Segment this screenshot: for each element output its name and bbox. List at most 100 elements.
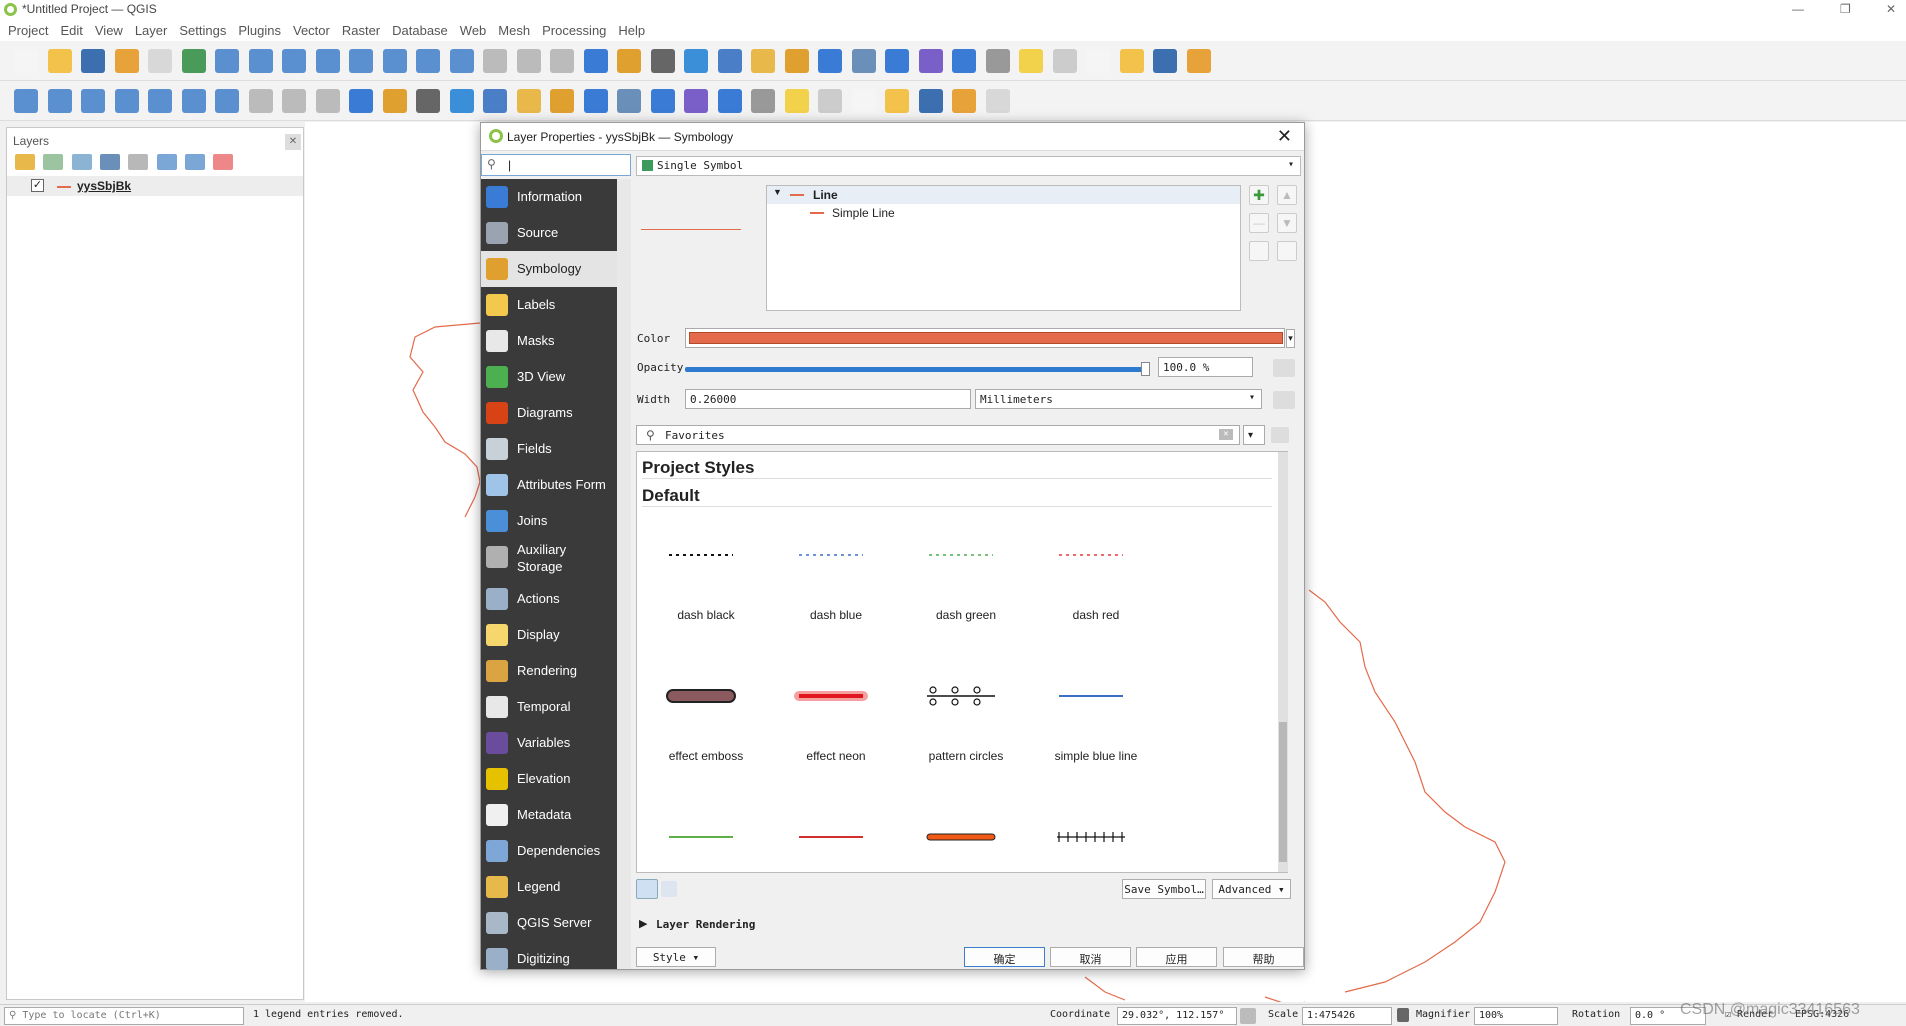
opacity-slider-handle[interactable] xyxy=(1141,362,1150,376)
clear-icon[interactable]: ✕ xyxy=(1219,429,1233,440)
tb2-tool-16-icon[interactable] xyxy=(550,89,574,113)
filter-icon[interactable] xyxy=(100,154,121,170)
tb1-tool-15-icon[interactable] xyxy=(516,49,541,73)
tb2-tool-9-icon[interactable] xyxy=(315,89,340,113)
advanced-button[interactable]: Advanced ▾ xyxy=(1212,879,1291,899)
layer-row[interactable]: ✓ yysSbjBk xyxy=(7,176,303,196)
tb1-tool-29-icon[interactable] xyxy=(985,49,1010,73)
menu-help[interactable]: Help xyxy=(610,20,649,38)
nav-item-information[interactable]: Information xyxy=(481,179,617,215)
tb1-tool-32-icon[interactable] xyxy=(1086,49,1110,73)
favorites-search[interactable]: ⚲ Favorites ✕ xyxy=(636,425,1240,445)
tb1-tool-3-icon[interactable] xyxy=(114,49,139,73)
nav-item-fields[interactable]: Fields xyxy=(481,431,617,467)
nav-item-qgis-server[interactable]: QGIS Server xyxy=(481,905,617,941)
nav-item-dependencies[interactable]: Dependencies xyxy=(481,833,617,869)
tree-child-label[interactable]: Simple Line xyxy=(832,206,895,220)
tb1-tool-33-icon[interactable] xyxy=(1119,49,1144,73)
style-manager-icon[interactable] xyxy=(1271,427,1289,443)
tb2-tool-26-icon[interactable] xyxy=(885,89,909,113)
tb1-tool-31-icon[interactable] xyxy=(1052,49,1077,73)
tb1-tool-30-icon[interactable] xyxy=(1019,49,1043,73)
layer-visibility-checkbox[interactable]: ✓ xyxy=(31,179,44,192)
symbol-item[interactable]: effect neon xyxy=(771,681,891,811)
tb1-tool-26-icon[interactable] xyxy=(885,49,909,73)
menu-processing[interactable]: Processing xyxy=(534,20,610,38)
tb1-tool-25-icon[interactable] xyxy=(851,49,876,73)
magnifier-field[interactable]: 100% xyxy=(1474,1007,1558,1025)
tb2-tool-23-icon[interactable] xyxy=(784,89,809,113)
tb1-tool-11-icon[interactable] xyxy=(382,49,407,73)
add-symbol-layer-button[interactable]: ✚ xyxy=(1249,185,1269,205)
tb1-tool-23-icon[interactable] xyxy=(784,49,809,73)
filter-dropdown[interactable]: ▾ xyxy=(1243,425,1265,445)
symbol-item[interactable]: dash green xyxy=(901,540,1021,670)
data-defined-override-icon[interactable] xyxy=(1273,391,1295,409)
nav-item-metadata[interactable]: Metadata xyxy=(481,797,617,833)
menu-project[interactable]: Project xyxy=(0,20,52,38)
tb2-tool-15-icon[interactable] xyxy=(516,89,541,113)
symbol-item[interactable]: dash red xyxy=(1031,540,1151,670)
expression-filter-icon[interactable] xyxy=(128,154,149,170)
expand-all-icon[interactable] xyxy=(156,154,177,170)
tb2-tool-0-icon[interactable] xyxy=(14,89,38,113)
move-up-button[interactable]: ▲ xyxy=(1277,185,1297,205)
tb2-tool-2-icon[interactable] xyxy=(81,89,105,113)
symbol-item[interactable]: pattern circles xyxy=(901,681,1021,811)
nav-item-actions[interactable]: Actions xyxy=(481,581,617,617)
symbol-item[interactable] xyxy=(901,822,1021,872)
nav-item-source[interactable]: Source xyxy=(481,215,617,251)
tb1-tool-20-icon[interactable] xyxy=(684,49,708,73)
toggle-extents-icon[interactable] xyxy=(1240,1008,1256,1024)
tb1-tool-10-icon[interactable] xyxy=(349,49,373,73)
tb2-tool-21-icon[interactable] xyxy=(717,89,742,113)
style-manager-icon[interactable] xyxy=(15,154,35,170)
tb1-tool-2-icon[interactable] xyxy=(81,49,105,73)
nav-scrollbar[interactable] xyxy=(617,179,631,969)
tb2-tool-3-icon[interactable] xyxy=(114,89,139,113)
menu-vector[interactable]: Vector xyxy=(285,20,334,38)
apply-button[interactable]: 应用 xyxy=(1136,947,1217,967)
opacity-slider[interactable] xyxy=(685,367,1143,372)
tb1-tool-21-icon[interactable] xyxy=(717,49,742,73)
tb1-tool-28-icon[interactable] xyxy=(952,49,976,73)
width-spinbox[interactable]: 0.26000 xyxy=(685,389,971,409)
tb1-tool-8-icon[interactable] xyxy=(282,49,306,73)
symbol-item[interactable]: simple blue line xyxy=(1031,681,1151,811)
nav-item-auxiliary-storage[interactable]: Auxiliary Storage xyxy=(481,539,617,581)
remove-symbol-layer-button[interactable]: — xyxy=(1249,213,1269,233)
tb2-tool-27-icon[interactable] xyxy=(918,89,943,113)
symbol-item[interactable]: dash black xyxy=(641,540,761,670)
tb1-tool-9-icon[interactable] xyxy=(315,49,340,73)
tb1-tool-4-icon[interactable] xyxy=(148,49,172,73)
tb2-tool-25-icon[interactable] xyxy=(851,89,876,113)
lock-scale-icon[interactable] xyxy=(1397,1008,1409,1022)
menu-web[interactable]: Web xyxy=(452,20,491,38)
menu-mesh[interactable]: Mesh xyxy=(490,20,534,38)
tb1-tool-24-icon[interactable] xyxy=(818,49,842,73)
color-dropdown-icon[interactable]: ▾ xyxy=(1286,329,1295,348)
nav-item-legend[interactable]: Legend xyxy=(481,869,617,905)
tb2-tool-28-icon[interactable] xyxy=(952,89,976,113)
nav-item-digitizing[interactable]: Digitizing xyxy=(481,941,617,977)
tb1-tool-35-icon[interactable] xyxy=(1186,49,1211,73)
nav-item-labels[interactable]: Labels xyxy=(481,287,617,323)
icon-view-button[interactable] xyxy=(636,879,658,899)
symbol-item[interactable] xyxy=(771,822,891,872)
tb1-tool-6-icon[interactable] xyxy=(215,49,239,73)
nav-search-input[interactable]: ⚲ | xyxy=(481,154,631,176)
style-button[interactable]: Style ▾ xyxy=(636,947,716,967)
tb2-tool-8-icon[interactable] xyxy=(282,89,306,113)
tb2-tool-1-icon[interactable] xyxy=(47,89,72,113)
tb1-tool-34-icon[interactable] xyxy=(1153,49,1177,73)
close-dialog-icon[interactable]: ✕ xyxy=(1277,126,1292,147)
tb2-tool-11-icon[interactable] xyxy=(382,89,407,113)
nav-item-diagrams[interactable]: Diagrams xyxy=(481,395,617,431)
renderer-select[interactable]: Single Symbol ▾ xyxy=(636,156,1301,176)
layer-rendering-header[interactable]: Layer Rendering xyxy=(656,918,755,931)
tb2-tool-24-icon[interactable] xyxy=(818,89,842,113)
collapse-arrow-icon[interactable]: ▶ xyxy=(639,917,647,930)
symbol-item[interactable] xyxy=(1031,822,1151,872)
menu-raster[interactable]: Raster xyxy=(334,20,384,38)
tb2-tool-7-icon[interactable] xyxy=(248,89,273,113)
